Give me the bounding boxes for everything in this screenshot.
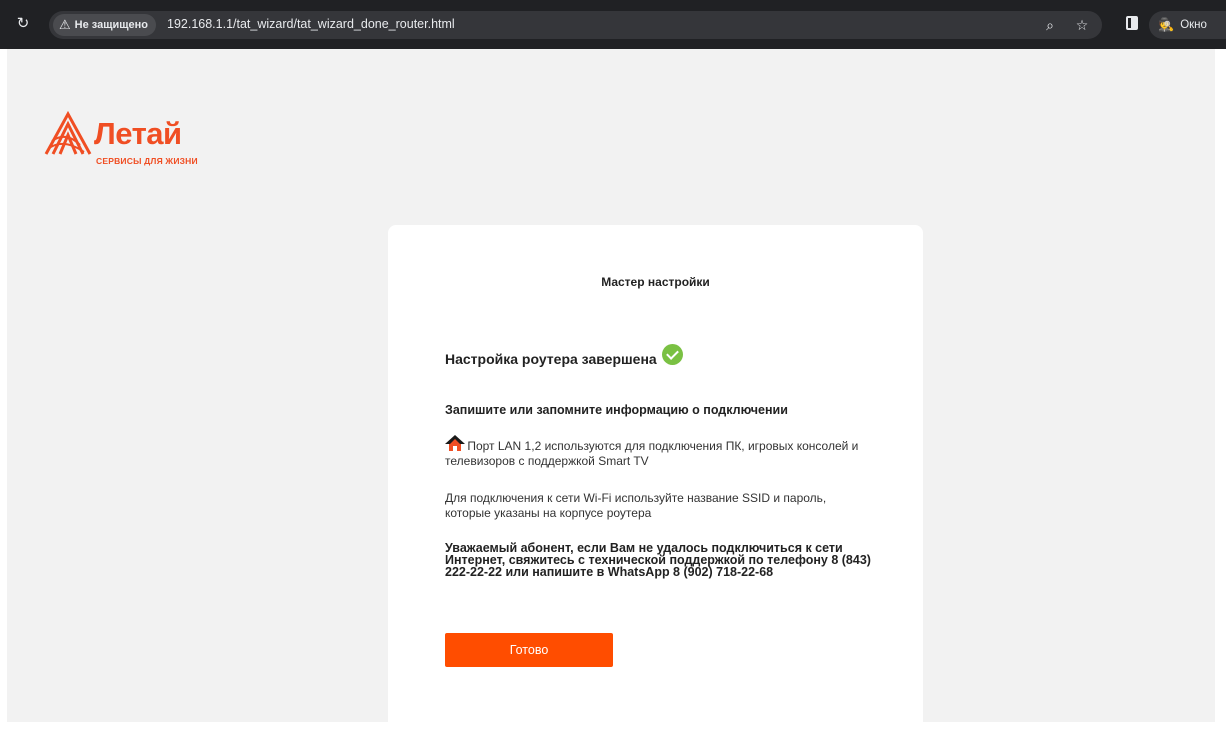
address-bar[interactable]: ⚠ Не защищено 192.168.1.1/tat_wizard/tat… (49, 11, 1102, 39)
bookmark-star-icon[interactable]: ☆ (1073, 16, 1091, 34)
setup-complete-heading: Настройка роутера завершена (445, 344, 683, 369)
setup-complete-text: Настройка роутера завершена (445, 350, 657, 367)
remember-heading: Запишите или запомните информацию о подк… (445, 403, 788, 417)
logo-wordmark: Летай (94, 116, 182, 151)
home-icon (445, 435, 465, 451)
done-button[interactable]: Готово (445, 633, 613, 667)
incognito-indicator[interactable]: 🕵 Окно (1149, 11, 1226, 39)
url-text[interactable]: 192.168.1.1/tat_wizard/tat_wizard_done_r… (167, 17, 455, 31)
page-content: Летай СЕРВИСЫ ДЛЯ ЖИЗНИ Мастер настройки… (0, 49, 1226, 745)
warning-icon: ⚠ (59, 17, 71, 32)
logo-tagline: СЕРВИСЫ ДЛЯ ЖИЗНИ (96, 156, 198, 166)
support-info: Уважаемый абонент, если Вам не удалось п… (445, 541, 871, 579)
check-circle-icon (661, 344, 683, 365)
security-label: Не защищено (74, 19, 149, 31)
zoom-icon[interactable]: ⌕ (1041, 16, 1059, 34)
incognito-label: Окно (1180, 19, 1207, 31)
lan-info: Порт LAN 1,2 используются для подключени… (445, 435, 865, 469)
logo-mark-icon (44, 111, 92, 155)
side-panel-icon[interactable] (1126, 16, 1138, 30)
lan-info-text: Порт LAN 1,2 используются для подключени… (445, 439, 859, 468)
incognito-icon: 🕵 (1158, 17, 1175, 32)
wifi-info: Для подключения к сети Wi-Fi используйте… (445, 491, 827, 520)
reload-icon[interactable]: ↻ (14, 15, 32, 33)
logo: Летай СЕРВИСЫ ДЛЯ ЖИЗНИ (44, 111, 224, 171)
wizard-card: Мастер настройки Настройка роутера завер… (388, 225, 923, 745)
security-chip[interactable]: ⚠ Не защищено (53, 14, 157, 36)
wizard-title: Мастер настройки (601, 275, 710, 289)
browser-toolbar: ↻ ⚠ Не защищено 192.168.1.1/tat_wizard/t… (0, 0, 1226, 49)
